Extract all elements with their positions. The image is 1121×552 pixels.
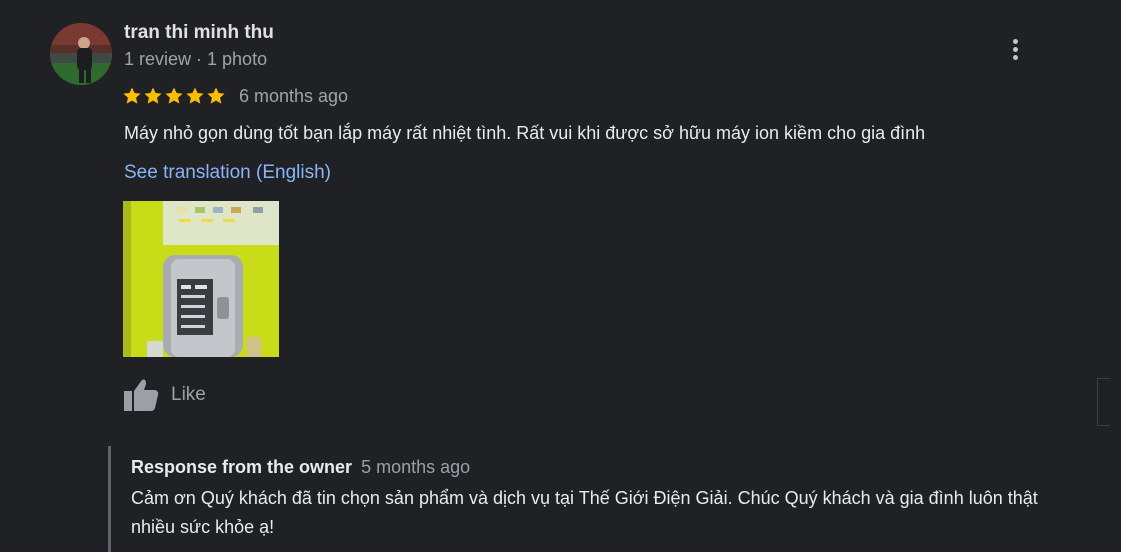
reviewer-meta: 1 review · 1 photo <box>124 49 268 69</box>
star-icon <box>186 87 204 104</box>
rating-row: 6 months ago <box>122 84 348 108</box>
owner-response-heading: Response from the owner 5 months ago <box>131 457 470 478</box>
owner-response-text: Cảm ơn Quý khách đã tin chọn sản phẩm và… <box>131 488 1038 537</box>
owner-response-date: 5 months ago <box>361 457 471 477</box>
star-rating <box>122 86 226 106</box>
like-button[interactable]: Like <box>122 377 206 413</box>
photo-water-ionizer <box>123 201 279 357</box>
star-icon <box>144 87 162 104</box>
star-icon <box>123 87 141 104</box>
review-date: 6 months ago <box>239 85 349 106</box>
scrollbar-handle[interactable] <box>1097 378 1110 426</box>
owner-response: Response from the owner 5 months ago Cảm… <box>108 446 1071 552</box>
star-icon <box>165 87 183 104</box>
more-options-button[interactable] <box>1004 36 1026 62</box>
review-photo[interactable] <box>123 201 279 357</box>
avatar[interactable] <box>50 23 112 85</box>
star-icon <box>207 87 225 104</box>
reviewer-name[interactable]: tran thi minh thu <box>124 22 274 44</box>
like-label: Like <box>171 384 206 405</box>
review-text: Máy nhỏ gọn dùng tốt bạn lắp máy rất nhi… <box>124 123 926 143</box>
more-vert-icon <box>1012 38 1018 44</box>
thumb-up-icon <box>124 379 159 411</box>
avatar-photo <box>50 23 112 85</box>
see-translation-link[interactable]: See translation (English) <box>124 162 331 184</box>
review-card: tran thi minh thu 1 review · 1 photo 6 m… <box>0 0 1121 552</box>
owner-response-title: Response from the owner <box>131 457 353 477</box>
